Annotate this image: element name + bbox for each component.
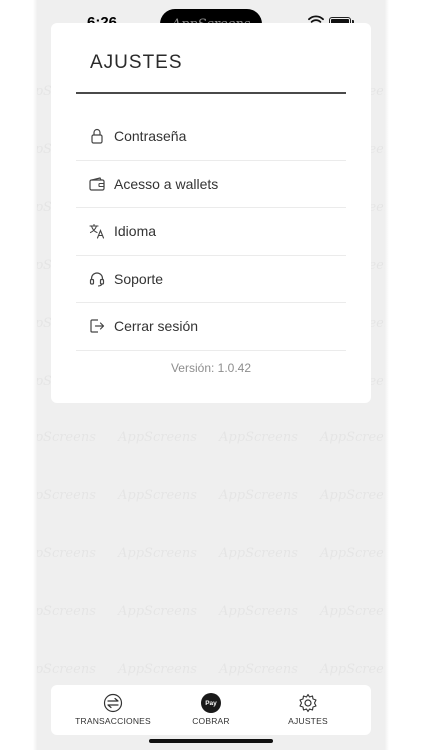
title-divider [76, 92, 346, 94]
watermark-row: AppScreens AppScreens AppScreens AppScre… [37, 662, 385, 677]
menu-item-password[interactable]: Contraseña [76, 113, 346, 161]
translate-icon [89, 223, 105, 239]
watermark-row: AppScreens AppScreens AppScreens AppScre… [37, 546, 385, 561]
lock-icon [89, 128, 105, 144]
headset-icon [89, 271, 105, 287]
menu-item-support[interactable]: Soporte [76, 256, 346, 303]
menu-item-label: Cerrar sesión [114, 318, 199, 335]
watermark-row: AppScreens AppScreens AppScreens AppScre… [37, 430, 385, 445]
gear-icon [299, 693, 317, 713]
tab-transactions[interactable]: TRANSACCIONES [74, 693, 152, 726]
menu-item-label: Idioma [114, 223, 157, 240]
pay-icon: Pay [201, 693, 221, 713]
phone-screen: AppScreens AppScreens AppScreens AppScre… [37, 0, 385, 750]
menu-item-label: Acesso a wallets [114, 175, 219, 192]
app-version: Versión: 1.0.42 [170, 361, 252, 375]
menu-item-label: Contraseña [114, 128, 187, 145]
menu-item-logout[interactable]: Cerrar sesión [76, 303, 346, 351]
settings-card: AJUSTES Contraseña Acesso a wallets Idio… [51, 23, 371, 403]
menu-item-language[interactable]: Idioma [76, 208, 346, 256]
tab-label: TRANSACCIONES [75, 716, 151, 726]
transfer-icon [103, 693, 123, 713]
bottom-tab-bar: TRANSACCIONES Pay COBRAR AJUSTES [51, 685, 371, 735]
logout-icon [89, 318, 105, 334]
right-edge-shadow [385, 0, 389, 750]
tab-settings[interactable]: AJUSTES [281, 693, 335, 726]
watermark-row: AppScreens AppScreens AppScreens AppScre… [37, 488, 385, 503]
tab-label: AJUSTES [288, 716, 328, 726]
home-indicator [149, 739, 273, 743]
tab-label: COBRAR [192, 716, 230, 726]
wallet-icon [89, 176, 105, 192]
watermark-row: AppScreens AppScreens AppScreens AppScre… [37, 604, 385, 619]
page-title: AJUSTES [90, 52, 183, 73]
menu-item-wallets[interactable]: Acesso a wallets [76, 161, 346, 208]
settings-menu: Contraseña Acesso a wallets Idioma Sopor… [76, 113, 346, 351]
tab-charge[interactable]: Pay COBRAR [186, 693, 236, 726]
menu-item-label: Soporte [114, 270, 164, 287]
